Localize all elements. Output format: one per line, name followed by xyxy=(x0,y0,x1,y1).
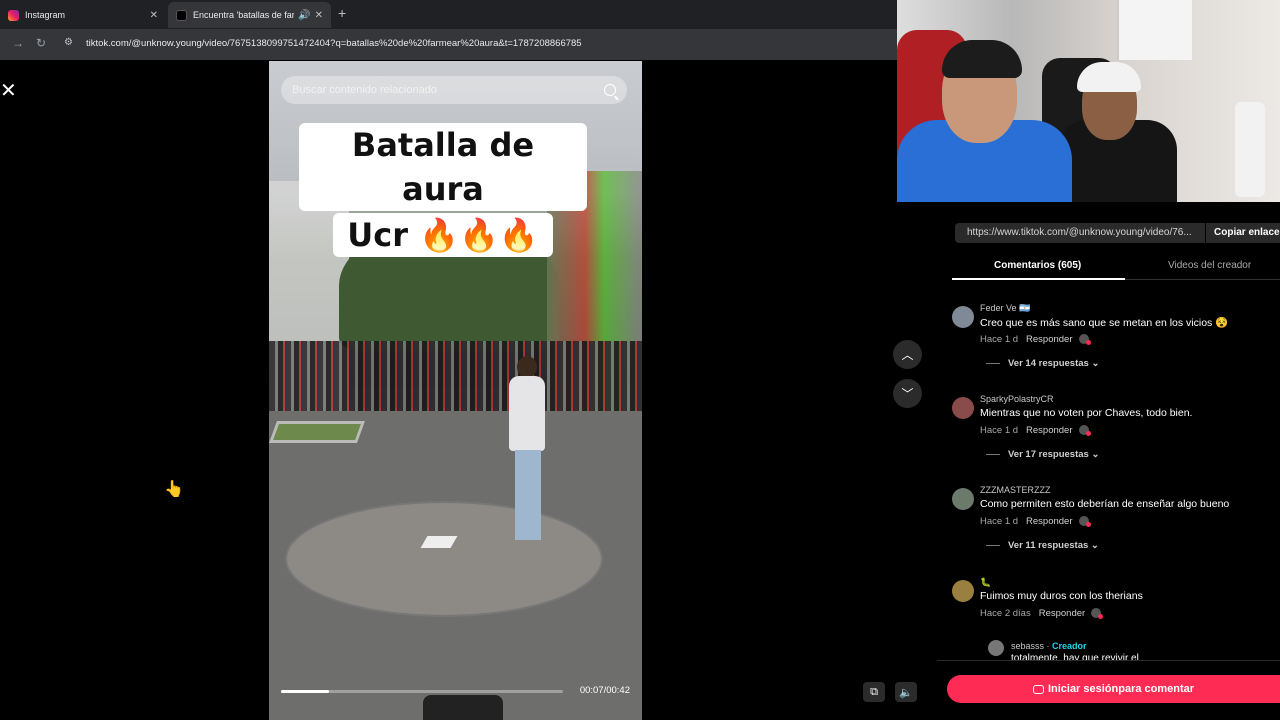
reply-button[interactable]: Responder xyxy=(1026,425,1072,436)
tab-creator-videos[interactable]: Videos del creador xyxy=(1168,260,1251,271)
next-video-button[interactable]: ﹀ xyxy=(893,379,922,408)
reload-icon[interactable]: ↻ xyxy=(36,36,46,50)
person-right-cap xyxy=(1077,62,1141,92)
video-player[interactable]: Buscar contenido relacionado Batalla de … xyxy=(269,61,642,720)
chat-icon xyxy=(1032,684,1044,694)
new-tab-button[interactable]: + xyxy=(338,5,346,21)
comment-meta: Hace 1 d Responder xyxy=(980,425,1091,437)
shelf xyxy=(1117,0,1192,60)
comment-username[interactable]: SparkyPolastryCR xyxy=(980,394,1054,404)
creator-liked-icon xyxy=(1078,334,1091,346)
video-caption: Batalla de aura Ucr 🔥🔥🔥 xyxy=(299,123,587,257)
comment-username[interactable]: 🐛 xyxy=(980,577,991,588)
caption-line-1: Batalla de aura xyxy=(299,123,587,211)
avatar[interactable] xyxy=(952,580,974,602)
comment-meta: Hace 1 d Responder xyxy=(980,334,1091,346)
thermos xyxy=(1235,102,1265,197)
creator-liked-icon xyxy=(1078,516,1091,528)
creator-badge: Creador xyxy=(1052,641,1087,651)
comment-text: Fuimos muy duros con los therians xyxy=(980,590,1143,602)
grass-patch xyxy=(269,421,366,443)
chevron-down-icon: ﹀ xyxy=(901,387,914,401)
related-search-input[interactable]: Buscar contenido relacionado xyxy=(281,76,627,104)
volume-icon[interactable]: 🔈 xyxy=(895,682,917,702)
site-info-icon[interactable]: ⚙ xyxy=(64,37,76,49)
search-icon[interactable] xyxy=(604,84,616,96)
close-tab-icon[interactable]: ✕ xyxy=(150,10,158,21)
creator-liked-icon xyxy=(1091,608,1104,620)
comment-time: Hace 2 días xyxy=(980,608,1031,619)
url-field[interactable]: tiktok.com/@unknow.young/video/767513809… xyxy=(86,38,582,49)
login-to-comment-button[interactable]: Iniciar sesiónpara comentar xyxy=(947,675,1280,703)
forward-icon[interactable]: → xyxy=(12,36,24,50)
view-replies-button[interactable]: Ver 11 respuestas ⌄ xyxy=(986,540,1099,551)
creator-reply: sebasss · Creador totalmente, hay que re… xyxy=(988,639,1278,661)
tab-tiktok[interactable]: Encuentra 'batallas de farm… 🔊 ✕ xyxy=(168,2,331,28)
login-label: Iniciar sesiónpara comentar xyxy=(1047,683,1195,695)
reply-button[interactable]: Responder xyxy=(1026,334,1072,345)
avatar[interactable] xyxy=(988,640,1004,656)
person-left-hair xyxy=(942,40,1022,78)
hand-cursor-icon: 👆 xyxy=(164,481,184,498)
divider xyxy=(937,660,1280,661)
view-replies-button[interactable]: Ver 14 respuestas ⌄ xyxy=(986,358,1099,369)
avatar[interactable] xyxy=(952,488,974,510)
video-time: 00:07/00:42 xyxy=(579,685,630,696)
instagram-icon xyxy=(8,9,19,21)
video-progress-fill xyxy=(281,690,329,693)
view-replies-button[interactable]: Ver 17 respuestas ⌄ xyxy=(986,449,1099,460)
tiktok-icon xyxy=(176,9,187,21)
video-progress-bar[interactable] xyxy=(281,690,563,693)
comment-time: Hace 1 d xyxy=(980,516,1019,527)
reply-username-text: sebasss · xyxy=(1011,641,1053,651)
comment-username[interactable]: ZZZMASTERZZZ xyxy=(980,485,1051,495)
tab-title: Instagram xyxy=(25,10,66,20)
person-figure xyxy=(501,356,551,546)
comment-meta: Hace 1 d Responder xyxy=(980,516,1091,528)
tab-title: Encuentra 'batallas de farm… xyxy=(193,10,295,20)
comment-text: Mientras que no voten por Chaves, todo b… xyxy=(980,407,1193,419)
close-tab-icon[interactable]: ✕ xyxy=(315,10,323,21)
panel-tabs: Comentarios (605) Videos del creador xyxy=(952,250,1280,280)
comment-text: Como permiten esto deberían de enseñar a… xyxy=(980,498,1230,510)
copy-link-button[interactable]: Copiar enlace xyxy=(1206,223,1280,243)
audio-playing-icon[interactable]: 🔊 xyxy=(298,10,310,21)
search-placeholder: Buscar contenido relacionado xyxy=(292,84,437,96)
picture-in-picture-icon[interactable]: ⧉ xyxy=(863,682,885,702)
phone-stand xyxy=(423,695,503,720)
share-link-field[interactable]: https://www.tiktok.com/@unknow.young/vid… xyxy=(955,223,1205,243)
tab-instagram[interactable]: Instagram ✕ xyxy=(0,2,166,28)
reply-button[interactable]: Responder xyxy=(1026,516,1072,527)
avatar[interactable] xyxy=(952,397,974,419)
streamer-webcam xyxy=(897,0,1280,202)
avatar[interactable] xyxy=(952,306,974,328)
close-video-icon[interactable]: ✕ xyxy=(0,78,17,103)
active-tab-indicator xyxy=(952,278,1125,280)
tab-comments[interactable]: Comentarios (605) xyxy=(994,260,1081,271)
comment-text: Creo que es más sano que se metan en los… xyxy=(980,317,1229,329)
reply-button[interactable]: Responder xyxy=(1039,608,1085,619)
caption-line-2: Ucr 🔥🔥🔥 xyxy=(333,213,553,257)
comment-time: Hace 1 d xyxy=(980,425,1019,436)
previous-video-button[interactable]: ︿ xyxy=(893,340,922,369)
creator-liked-icon xyxy=(1078,425,1091,437)
chevron-up-icon: ︿ xyxy=(901,348,914,362)
crowd xyxy=(269,341,642,416)
comment-username[interactable]: Feder Ve 🇦🇷 xyxy=(980,303,1030,314)
comment-meta: Hace 2 días Responder xyxy=(980,608,1104,620)
comment-time: Hace 1 d xyxy=(980,334,1019,345)
concrete-circle xyxy=(285,501,603,617)
reply-username[interactable]: sebasss · Creador xyxy=(1011,641,1087,651)
